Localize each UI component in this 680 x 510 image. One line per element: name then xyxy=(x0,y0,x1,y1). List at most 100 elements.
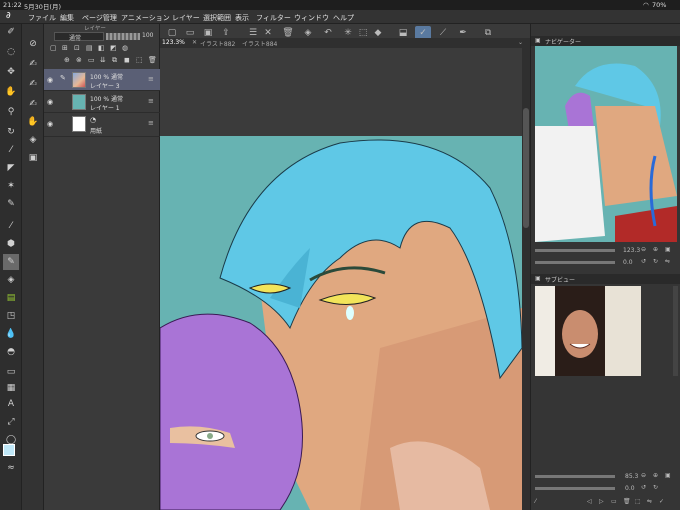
copy-layer-icon[interactable]: ⧉ xyxy=(112,56,117,65)
eye-icon[interactable]: ◉ xyxy=(47,76,55,84)
subview-image[interactable] xyxy=(535,286,641,376)
brush-b-icon[interactable]: ✍ xyxy=(25,76,41,92)
merge-icon[interactable]: ⇊ xyxy=(100,56,106,64)
menu-selection[interactable]: 選択範囲 xyxy=(203,13,231,23)
sparkle-icon[interactable]: ✶ xyxy=(3,178,19,194)
ref-icon[interactable]: ⊡ xyxy=(74,44,80,52)
app-logo-icon[interactable]: ∂ xyxy=(6,11,11,21)
zoom-out-icon[interactable]: ⊖ xyxy=(641,472,646,479)
blend-mode-select[interactable]: 通常 xyxy=(54,32,104,42)
canvas-area[interactable] xyxy=(160,48,522,510)
sub-zoom-slider[interactable] xyxy=(535,475,615,478)
wave-icon[interactable]: ≈ xyxy=(3,460,19,476)
tab-zoom[interactable]: 123.3% xyxy=(162,39,185,46)
palette-icon[interactable]: ▤ xyxy=(3,290,19,306)
mask-add-icon[interactable]: ⬚ xyxy=(136,56,143,64)
cursor-icon[interactable]: ✐ xyxy=(3,24,19,40)
fit-icon[interactable]: ▣ xyxy=(665,246,671,253)
menu-file[interactable]: ファイル xyxy=(28,13,56,23)
menu-edit[interactable]: 編集 xyxy=(60,13,74,23)
layer-row-1[interactable]: ◉ 100 % 通常 レイヤー 1 ≡ xyxy=(44,91,160,113)
layer-row-paper[interactable]: ◉ ◔ 用紙 ≡ xyxy=(44,113,160,137)
rotate-right-icon[interactable]: ↻ xyxy=(653,258,658,265)
delete-layer-icon[interactable]: 🗑 xyxy=(148,56,157,64)
zoom-in-icon[interactable]: ⊕ xyxy=(653,246,658,253)
nav-zoom-slider[interactable] xyxy=(535,249,615,252)
nav-angle-slider[interactable] xyxy=(535,261,615,264)
drop-icon[interactable]: 💧 xyxy=(3,326,19,342)
zoom-in-icon[interactable]: ⊕ xyxy=(653,472,658,479)
tab-illust-884[interactable]: イラスト884 xyxy=(242,39,277,48)
clip-icon[interactable]: ⊞ xyxy=(62,44,68,52)
draft-icon[interactable]: ◩ xyxy=(110,44,117,52)
balloon-icon[interactable]: ⤢ xyxy=(3,414,19,430)
brush-icon[interactable]: ✎ xyxy=(3,254,19,270)
subview-scrollbar[interactable] xyxy=(673,286,678,376)
airbrush-icon[interactable]: ⁄ xyxy=(3,218,19,234)
gradient-icon[interactable]: ▦ xyxy=(3,380,19,396)
ban-icon[interactable]: ⊘ xyxy=(25,36,41,52)
menu-page[interactable]: ページ管理 xyxy=(82,13,117,23)
layer-row-3[interactable]: ◉ ✎ 100 % 通常 レイヤー 3 ≡ xyxy=(44,69,160,91)
zoom-out-icon[interactable]: ⊖ xyxy=(641,246,646,253)
rotate-view-icon[interactable]: ↻ xyxy=(3,124,19,140)
blend-icon[interactable]: ◈ xyxy=(3,272,19,288)
folder-layer-icon[interactable]: ▭ xyxy=(88,56,95,64)
hand-icon[interactable]: ✋ xyxy=(3,84,19,100)
eye-icon[interactable]: ◉ xyxy=(47,120,55,128)
drag-handle-icon[interactable]: ≡ xyxy=(148,97,154,105)
eyedropper-icon[interactable]: ⁄ xyxy=(3,142,19,158)
menu-view[interactable]: 表示 xyxy=(235,13,249,23)
bucket-icon[interactable]: ◓ xyxy=(3,344,19,360)
lasso-icon[interactable]: ◌ xyxy=(3,44,19,60)
rotate-left-icon[interactable]: ↺ xyxy=(641,258,646,265)
stack-icon[interactable]: ◈ xyxy=(25,132,41,148)
pick-icon[interactable]: ✓ xyxy=(659,498,664,505)
eyedropper-icon[interactable]: ⁄ xyxy=(535,498,536,505)
canvas-scrollbar[interactable] xyxy=(522,48,530,510)
palette-color-icon[interactable]: ◍ xyxy=(122,44,128,52)
new-layer-icon[interactable]: ⊕ xyxy=(64,56,70,64)
menu-window[interactable]: ウィンドウ xyxy=(294,13,329,23)
fit-icon[interactable]: ▣ xyxy=(665,472,671,479)
eye-icon[interactable]: ◉ xyxy=(47,98,55,106)
scroll-thumb[interactable] xyxy=(523,108,529,228)
tab-illust-882[interactable]: イラスト882 xyxy=(200,39,235,48)
brush-c-icon[interactable]: ✍ xyxy=(25,96,41,112)
ruler-tool-icon[interactable]: ◤ xyxy=(3,160,19,176)
camera-icon[interactable]: ▣ xyxy=(25,150,41,166)
drag-handle-icon[interactable]: ≡ xyxy=(148,75,154,83)
eraser-icon[interactable]: ⬢ xyxy=(3,236,19,252)
text-tool-icon[interactable]: A xyxy=(3,396,19,412)
close-icon[interactable]: ✕ xyxy=(192,39,197,46)
flip-h-icon[interactable]: ⇋ xyxy=(647,498,652,505)
rotate-left-icon[interactable]: ↺ xyxy=(641,484,646,491)
lock-icon[interactable]: ▢ xyxy=(50,44,57,52)
move-icon[interactable]: ✥ xyxy=(3,64,19,80)
delete-icon[interactable]: 🗑 xyxy=(623,498,631,505)
drag-handle-icon[interactable]: ≡ xyxy=(148,119,154,127)
mask-icon[interactable]: ◧ xyxy=(98,44,105,52)
zoom-icon[interactable]: ⚲ xyxy=(3,104,19,120)
menu-help[interactable]: ヘルプ xyxy=(333,13,354,23)
pen-tool-icon[interactable]: ✎ xyxy=(3,196,19,212)
layer-mask-icon[interactable]: ◼ xyxy=(124,56,130,64)
brush-a-icon[interactable]: ✍ xyxy=(25,56,41,72)
next-icon[interactable]: ▷ xyxy=(599,498,604,505)
navigator-preview[interactable] xyxy=(535,46,677,242)
frame-icon[interactable]: ▭ xyxy=(3,364,19,380)
menu-layer[interactable]: レイヤー xyxy=(172,13,200,23)
hand-paint-icon[interactable]: ✋ xyxy=(25,114,41,130)
prev-icon[interactable]: ◁ xyxy=(587,498,592,505)
open-icon[interactable]: ▭ xyxy=(611,498,617,505)
lock-alpha-icon[interactable]: ▤ xyxy=(86,44,93,52)
fit-window-icon[interactable]: ⬚ xyxy=(635,498,641,505)
menu-animation[interactable]: アニメーション xyxy=(121,13,170,23)
chevron-down-icon[interactable]: ⌄ xyxy=(518,39,523,46)
figure-icon[interactable]: ◳ xyxy=(3,308,19,324)
sub-angle-slider[interactable] xyxy=(535,487,615,490)
rotate-right-icon[interactable]: ↻ xyxy=(653,484,658,491)
opacity-slider[interactable] xyxy=(106,33,140,40)
main-color-swatch[interactable] xyxy=(3,444,15,456)
new-vector-icon[interactable]: ⊗ xyxy=(76,56,82,64)
